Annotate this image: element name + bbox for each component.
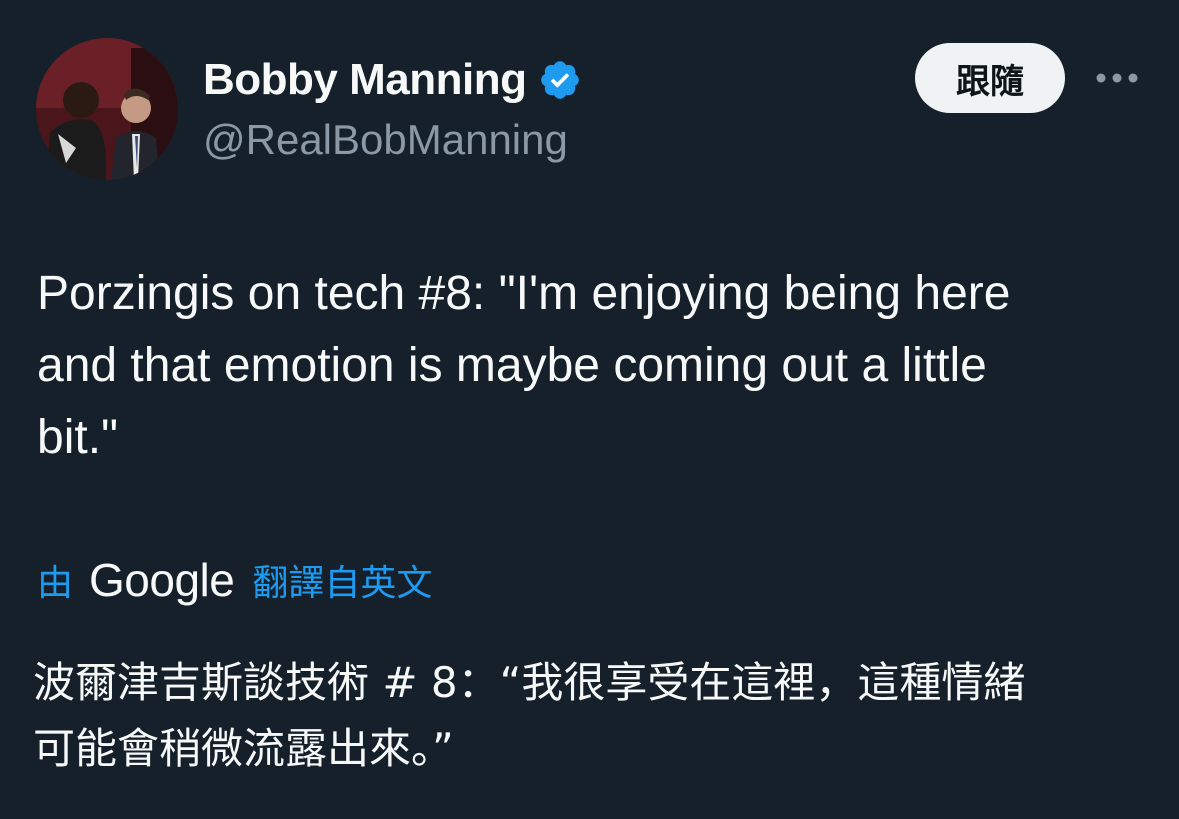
translated-from-english-link[interactable]: 翻譯自英文: [252, 554, 432, 606]
verified-badge-icon[interactable]: [538, 58, 582, 102]
translated-by-label: 由: [37, 563, 74, 604]
profile-photo: [36, 38, 178, 180]
tweet-text: Porzingis on tech #8: "I'm enjoying bein…: [37, 267, 1011, 464]
translation-attribution: 由 Google 翻譯自英文: [37, 548, 432, 612]
follow-button[interactable]: 跟隨: [915, 43, 1065, 113]
author-display-name[interactable]: Bobby Manning: [203, 52, 582, 108]
google-logo: Google: [89, 554, 235, 606]
author-handle[interactable]: @RealBobManning: [203, 112, 568, 168]
translated-tweet-text: 波爾津吉斯談技術 # 8：“我很享受在這裡，這種情緒 可能會稍微流露出來。”: [33, 658, 1026, 773]
avatar[interactable]: [36, 38, 178, 180]
author-name-text[interactable]: Bobby Manning: [203, 52, 527, 108]
more-options-icon[interactable]: [1092, 60, 1142, 96]
